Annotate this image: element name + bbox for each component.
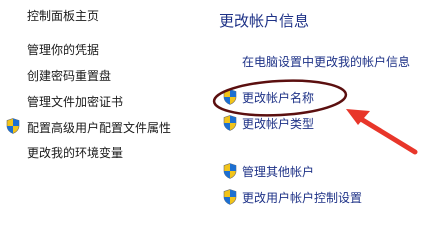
highlight-circle bbox=[212, 79, 348, 117]
annotation-overlay bbox=[212, 79, 418, 155]
pointer-arrow-shaft bbox=[353, 113, 418, 155]
